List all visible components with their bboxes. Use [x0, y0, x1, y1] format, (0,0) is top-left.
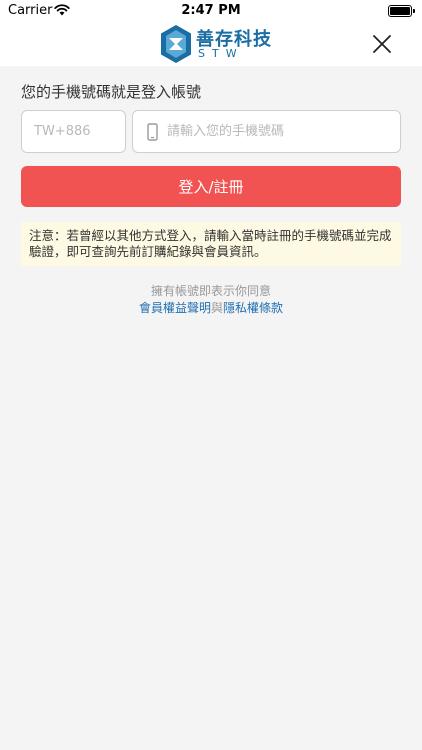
status-time: 2:47 PM	[181, 3, 241, 18]
notice-box: 注意：若曾經以其他方式登入，請輸入當時註冊的手機號碼並完成驗證，即可查詢先前訂購…	[21, 222, 401, 266]
nav-bar: 善存科技 STW	[0, 22, 422, 66]
privacy-link[interactable]: 隱私權條款	[223, 301, 283, 315]
rights-link[interactable]: 會員權益聲明	[139, 301, 211, 315]
terms-conjunction: 與	[210, 301, 223, 315]
close-icon[interactable]	[370, 32, 394, 56]
terms-line: 會員權益聲明與隱私權條款	[0, 299, 422, 316]
phone-input[interactable]	[167, 111, 387, 152]
page-title: 您的手機號碼就是登入帳號	[21, 83, 202, 101]
login-register-button[interactable]: 登入/註冊	[21, 166, 401, 207]
phone-field[interactable]	[132, 110, 401, 153]
battery-icon	[388, 5, 415, 17]
status-bar: Carrier 2:47 PM	[0, 0, 422, 22]
country-code-field[interactable]: TW+886	[21, 110, 126, 153]
logo-mark-icon	[161, 25, 191, 63]
phone-icon	[147, 123, 158, 141]
brand-sub: STW	[198, 47, 244, 60]
agree-text: 擁有帳號即表示你同意	[150, 284, 271, 298]
brand-logo: 善存科技 STW	[160, 24, 280, 64]
